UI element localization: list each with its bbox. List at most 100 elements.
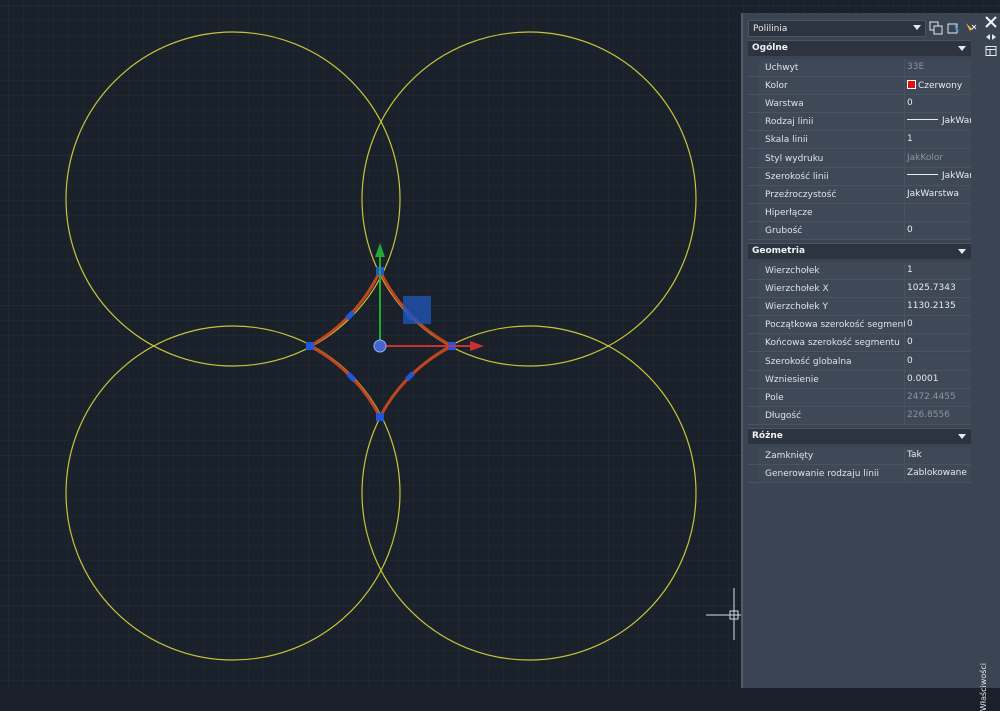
row-gutter [748,113,759,131]
property-value-cell[interactable]: 1 [905,131,971,149]
property-value-cell[interactable]: 0 [905,352,971,370]
collapse-caret-icon[interactable] [958,434,966,439]
property-row[interactable]: Pole 2472.4455 [748,388,971,407]
property-name: Początkowa szerokość segmentu [765,320,913,331]
property-value-wrap: 1 [907,265,913,275]
property-name: Kolor [765,81,788,92]
row-gutter [748,447,759,464]
property-row[interactable]: Kolor Czerwony [748,77,971,96]
property-name-cell: Uchwyt [759,59,905,76]
property-row[interactable]: Warstwa 0 [748,95,971,114]
property-value-cell[interactable]: JakWarstwa [905,167,971,185]
property-name: Końcowa szerokość segmentu [765,338,900,349]
property-row[interactable]: Szerokość linii JakWarstwa [748,167,971,186]
property-row[interactable]: Uchwyt 33E [748,59,971,77]
quick-select-icon[interactable] [929,21,943,35]
row-gutter [748,131,759,149]
property-name-cell: Pole [759,388,905,406]
property-name-cell: Grubość [759,221,905,239]
property-row[interactable]: Wierzchołek 1 [748,262,971,280]
row-gutter [748,77,759,95]
property-value: Czerwony [918,81,963,92]
linetype-preview [907,119,938,121]
property-value-wrap: Czerwony [907,80,962,91]
property-name-cell: Zamknięty [759,447,905,464]
property-row[interactable]: Przeźroczystość JakWarstwa [748,185,971,204]
select-objects-icon[interactable] [947,21,961,35]
property-row[interactable]: Rodzaj linii JakWarstwa [748,113,971,132]
object-type-label: Polilinia [753,24,788,34]
object-type-dropdown[interactable]: Polilinia [748,20,926,37]
side-tab-label[interactable]: Właściwości [979,663,1000,711]
property-value: JakKolor [907,152,944,163]
property-value-cell[interactable]: 0.0001 [905,370,971,388]
collapse-caret-icon[interactable] [958,46,966,51]
property-row[interactable]: Hiperłącze [748,203,971,222]
row-gutter [748,203,759,221]
property-name-cell: Końcowa szerokość segmentu [759,334,905,352]
row-gutter [748,221,759,239]
row-gutter [748,316,759,334]
property-row[interactable]: Styl wydruku JakKolor [748,149,971,168]
property-row[interactable]: Zamknięty Tak [748,447,971,465]
property-row[interactable]: Długość 226.8556 [748,406,971,425]
property-value-wrap: 2472.4455 [907,392,956,402]
property-value: 0 [907,337,913,348]
property-row[interactable]: Wierzchołek Y 1130.2135 [748,298,971,317]
property-value: 0 [907,98,913,109]
section-header[interactable]: Geometria [748,243,971,259]
gizmo-plane-handle[interactable] [403,296,431,324]
property-row[interactable]: Wzniesienie 0.0001 [748,370,971,389]
property-name: Styl wydruku [765,153,824,164]
grip-vertex-bottom[interactable] [376,413,384,421]
property-value-cell[interactable]: 1130.2135 [905,298,971,316]
property-value-cell[interactable]: 1 [905,262,971,279]
collapse-caret-icon[interactable] [958,249,966,254]
palette-side-strip: Właściwości [979,13,1000,711]
property-row[interactable]: Grubość 0 [748,221,971,240]
color-swatch [907,80,916,90]
row-gutter [748,185,759,203]
property-value-cell[interactable]: 0 [905,221,971,239]
property-row[interactable]: Końcowa szerokość segmentu 0 [748,334,971,353]
property-value: Zablokowane [907,468,967,479]
property-name: Wierzchołek Y [765,302,828,313]
property-name: Szerokość globalna [765,356,852,367]
property-value: 0 [907,224,913,235]
palette-toolbar: Polilinia [743,13,981,43]
property-value-cell[interactable]: 0 [905,316,971,334]
property-name: Generowanie rodzaju linii [765,469,879,480]
property-row[interactable]: Wierzchołek X 1025.7343 [748,280,971,299]
properties-icon[interactable] [985,46,997,56]
property-value-cell[interactable]: 1025.7343 [905,280,971,298]
property-row[interactable]: Szerokość globalna 0 [748,352,971,371]
property-row[interactable]: Generowanie rodzaju linii Zablokowane [748,465,971,484]
row-gutter [748,352,759,370]
property-value-cell[interactable]: 0 [905,95,971,113]
property-name: Pole [765,392,784,403]
property-value-cell[interactable] [905,203,971,221]
property-value-wrap: Zablokowane [907,468,967,478]
property-name: Skala linii [765,135,808,146]
linetype-preview [907,173,938,175]
property-value-wrap: JakWarstwa [907,189,959,199]
property-value: 33E [907,62,925,72]
property-name-cell: Generowanie rodzaju linii [759,465,905,483]
property-value-cell[interactable]: Zablokowane [905,465,971,483]
property-row[interactable]: Początkowa szerokość segmentu 0 [748,316,971,335]
property-value-cell[interactable]: JakWarstwa [905,185,971,203]
property-value-cell[interactable]: JakWarstwa [905,113,971,131]
property-value-cell[interactable]: Czerwony [905,77,971,95]
grip-vertex-left[interactable] [306,342,314,350]
toggle-pickadd-icon[interactable] [964,21,978,35]
section-header[interactable]: Różne [748,428,971,444]
property-value-cell[interactable]: Tak [905,447,971,464]
property-row[interactable]: Skala linii 1 [748,131,971,150]
gizmo-origin[interactable] [373,339,387,353]
property-name-cell: Początkowa szerokość segmentu [759,316,913,334]
close-icon[interactable] [984,15,998,29]
section-header[interactable]: Ogólne [748,40,971,56]
property-value-cell[interactable]: 0 [905,334,971,352]
property-name: Wzniesienie [765,374,819,385]
pin-icon[interactable] [985,32,997,42]
